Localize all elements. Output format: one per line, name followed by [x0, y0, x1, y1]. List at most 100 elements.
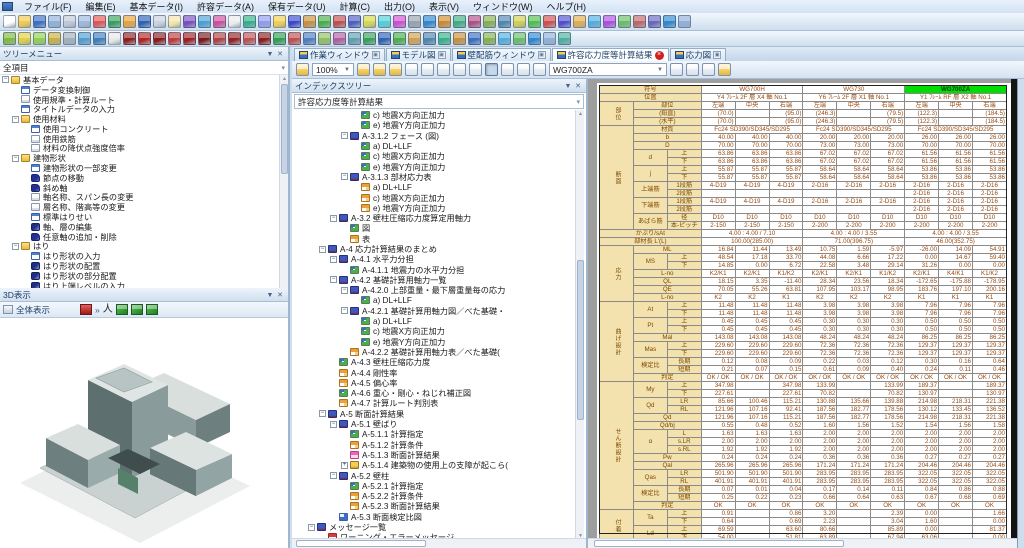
restore-window-icon[interactable]: ▣: [372, 51, 380, 59]
toolbar-icon[interactable]: [573, 15, 586, 28]
tree-item[interactable]: c) 地震X方向正加力: [306, 192, 586, 202]
member-select[interactable]: WG700ZA ▼: [549, 63, 667, 76]
toolbar-icon[interactable]: [333, 15, 346, 28]
window-icon[interactable]: [296, 63, 309, 76]
tree-item[interactable]: A-5.2.3 断面計算結果: [306, 501, 586, 511]
tree-item[interactable]: −A-5.2 壁柱: [306, 470, 586, 480]
document-tab[interactable]: 壁配筋ウィンドウ▣: [452, 48, 551, 61]
fit-view-label[interactable]: 全体表示: [16, 304, 50, 316]
menu-item[interactable]: ウィンドウ(W): [467, 0, 539, 13]
tree-item[interactable]: +A-5.1.4 建築物の使用上の支障が起こら(: [306, 460, 586, 470]
toolbar-icon[interactable]: [453, 32, 466, 45]
scroll-up-icon[interactable]: ▲: [576, 110, 585, 118]
tree-item[interactable]: a) DL+LLF: [306, 182, 586, 192]
tree-item[interactable]: A-5.2.2 計算条件: [306, 491, 586, 501]
collapse-icon[interactable]: −: [341, 307, 348, 314]
toolbar-icon[interactable]: [243, 15, 256, 28]
toolbar-icon[interactable]: [543, 32, 556, 45]
zoom-select[interactable]: 100% ▼: [312, 63, 354, 76]
toolbar-icon[interactable]: [528, 32, 541, 45]
toolbar-icon[interactable]: [63, 32, 76, 45]
toolbar-icon[interactable]: [348, 15, 361, 28]
toolbar-icon[interactable]: [48, 32, 61, 45]
toolbar-icon[interactable]: [33, 15, 46, 28]
collapse-icon[interactable]: −: [341, 287, 348, 294]
toolbar-icon[interactable]: [483, 15, 496, 28]
collapse-icon[interactable]: −: [330, 472, 337, 479]
collapse-icon[interactable]: −: [330, 276, 337, 283]
pan-northwest-icon[interactable]: [405, 63, 418, 76]
close-tab-icon[interactable]: ×: [655, 51, 664, 60]
menu-item[interactable]: 保有データ(U): [262, 0, 332, 13]
toolbar-icon[interactable]: [468, 15, 481, 28]
toolbar-icon[interactable]: [603, 15, 616, 28]
scroll-up-icon[interactable]: ▲: [280, 75, 288, 83]
toolbar-icon[interactable]: [93, 15, 106, 28]
toolbar-icon[interactable]: [273, 32, 286, 45]
search-next-icon[interactable]: [686, 63, 699, 76]
toolbar-icon[interactable]: [108, 15, 121, 28]
toolbar-icon[interactable]: [318, 15, 331, 28]
toolbar-icon[interactable]: [618, 15, 631, 28]
page-setup-icon[interactable]: [469, 63, 482, 76]
document-tab[interactable]: 応力図▣: [670, 48, 727, 61]
zoom-window-icon[interactable]: [389, 63, 402, 76]
index-hscrollbar[interactable]: [292, 538, 586, 548]
toolbar-icon[interactable]: [453, 15, 466, 28]
toolbar-icon[interactable]: [3, 15, 16, 28]
tree-item[interactable]: −A-3.2 壁柱圧縮応力度算定用軸力: [306, 213, 586, 223]
toolbar-icon[interactable]: [393, 15, 406, 28]
toolbar-icon[interactable]: [348, 32, 361, 45]
tree-item[interactable]: c) 地震X方向正加力: [306, 326, 586, 336]
toolbar-icon[interactable]: [183, 32, 196, 45]
toolbar-icon[interactable]: [198, 32, 211, 45]
toolbar-icon[interactable]: [153, 32, 166, 45]
toolbar-icon[interactable]: [303, 15, 316, 28]
collapse-icon[interactable]: −: [319, 410, 326, 417]
toolbar-icon[interactable]: [213, 15, 226, 28]
tree-item[interactable]: c) 地震X方向正加力: [306, 110, 586, 120]
toolbar-icon[interactable]: [63, 15, 76, 28]
tree-item[interactable]: a) DL+LLF: [306, 141, 586, 151]
zoom-in-icon[interactable]: [357, 63, 370, 76]
menu-item[interactable]: 許容データ(A): [191, 0, 260, 13]
magnifier-icon[interactable]: [501, 63, 514, 76]
expand-icon[interactable]: +: [341, 462, 348, 469]
toolbar-icon[interactable]: [303, 32, 316, 45]
restore-window-icon[interactable]: ▣: [713, 51, 721, 59]
toolbar-icon[interactable]: [258, 15, 271, 28]
toolbar-icon[interactable]: [648, 15, 661, 28]
tree-item[interactable]: A-4.2.2 基礎計算用軸力表／べた基礎(: [306, 347, 586, 357]
menu-item[interactable]: ファイル(F): [18, 0, 78, 13]
collapse-icon[interactable]: −: [12, 155, 19, 162]
document-tab[interactable]: 作業ウィンドウ▣: [294, 48, 385, 61]
toolbar-icon[interactable]: [198, 15, 211, 28]
toolbar-icon[interactable]: [243, 32, 256, 45]
toolbar-icon[interactable]: [138, 15, 151, 28]
toolbar-icon[interactable]: [483, 32, 496, 45]
document-tab[interactable]: 許容応力度等計算結果×: [552, 48, 669, 61]
toolbar-icon[interactable]: [258, 32, 271, 45]
toolbar-icon[interactable]: [513, 15, 526, 28]
toolbar-icon[interactable]: [288, 15, 301, 28]
close-icon[interactable]: ✕: [275, 49, 285, 59]
toolbar-icon[interactable]: [333, 32, 346, 45]
menu-item[interactable]: 表示(V): [423, 0, 465, 13]
menu-item[interactable]: 計算(C): [334, 0, 377, 13]
tree-item[interactable]: a) DL+LLF: [306, 316, 586, 326]
restore-window-icon[interactable]: ▣: [438, 51, 446, 59]
collapse-icon[interactable]: −: [341, 173, 348, 180]
toolbar-icon[interactable]: [423, 15, 436, 28]
toolbar-icon[interactable]: [378, 15, 391, 28]
tree-item[interactable]: −A-3.1.3 部材応力表: [306, 172, 586, 182]
pin-icon[interactable]: ▼: [265, 49, 275, 59]
menu-item[interactable]: 編集(E): [80, 0, 122, 13]
toolbar-icon[interactable]: [168, 32, 181, 45]
collapse-icon[interactable]: −: [12, 116, 19, 123]
walkthrough-icon[interactable]: 人: [103, 305, 113, 315]
toolbar-icon[interactable]: [138, 32, 151, 45]
toolbar-icon[interactable]: [228, 15, 241, 28]
model-3d-viewport[interactable]: [0, 318, 288, 546]
toolbar-icon[interactable]: [123, 15, 136, 28]
toolbar-icon[interactable]: [543, 15, 556, 28]
